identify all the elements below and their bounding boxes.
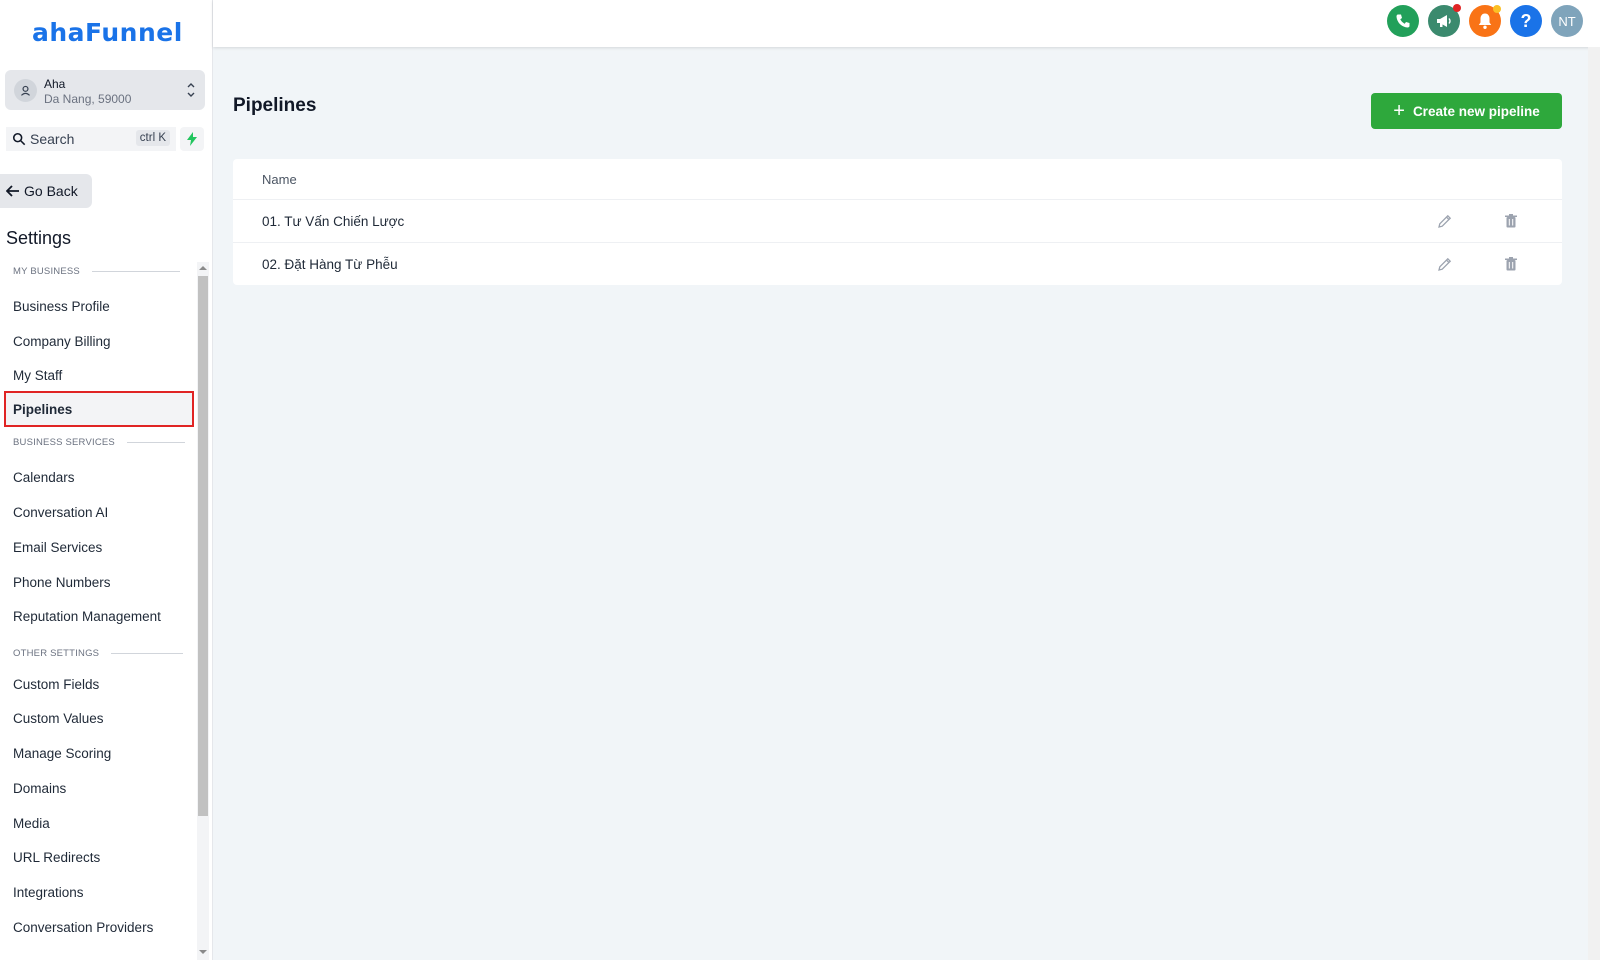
section-my-business: MY BUSINESS <box>13 266 180 277</box>
section-divider <box>126 442 185 443</box>
sidebar-item-custom-values[interactable]: Custom Values <box>4 701 194 735</box>
column-header-name: Name <box>262 172 297 187</box>
account-address: Da Nang, 59000 <box>44 92 132 106</box>
sidebar-item-conversation-providers[interactable]: Conversation Providers <box>4 910 194 944</box>
page-title: Pipelines <box>233 95 317 116</box>
location-icon <box>14 79 37 102</box>
table-row[interactable]: 02. Đặt Hàng Từ Phễu <box>233 242 1562 286</box>
pipelines-table: Name 01. Tư Vấn Chiến Lược 02. Đặt Hàng … <box>233 159 1562 285</box>
table-row[interactable]: 01. Tư Vấn Chiến Lược <box>233 199 1562 243</box>
search-bar[interactable]: Search ctrl K <box>6 127 176 151</box>
account-name: Aha <box>44 77 66 91</box>
megaphone-icon <box>1437 15 1451 27</box>
sidebar-item-custom-fields[interactable]: Custom Fields <box>4 667 194 701</box>
sidebar-item-phone-numbers[interactable]: Phone Numbers <box>4 565 194 599</box>
sidebar-item-integrations[interactable]: Integrations <box>4 875 194 909</box>
sidebar-item-my-staff[interactable]: My Staff <box>4 358 194 392</box>
page-scrollbar[interactable] <box>1588 47 1600 960</box>
scroll-up-arrow[interactable] <box>199 266 207 270</box>
help-button[interactable]: ? <box>1510 5 1542 37</box>
scroll-thumb[interactable] <box>198 276 208 816</box>
notification-dot <box>1493 5 1501 13</box>
account-switcher[interactable]: Aha Da Nang, 59000 <box>5 70 205 110</box>
notification-dot <box>1453 4 1461 12</box>
help-icon: ? <box>1520 10 1532 31</box>
sidebar: ahaFunnel Aha Da Nang, 59000 Search ctrl… <box>0 0 213 960</box>
sidebar-scrollbar[interactable] <box>197 262 209 960</box>
logo[interactable]: ahaFunnel <box>32 18 183 47</box>
search-icon <box>12 132 26 146</box>
announcements-button[interactable] <box>1428 4 1461 37</box>
trash-icon[interactable] <box>1503 256 1519 272</box>
go-back-button[interactable]: Go Back <box>0 174 92 208</box>
sidebar-item-email-services[interactable]: Email Services <box>4 530 194 564</box>
lightning-icon <box>187 132 197 146</box>
chevron-updown-icon <box>187 83 195 97</box>
scroll-down-arrow[interactable] <box>199 950 207 954</box>
user-initials: NT <box>1558 13 1576 29</box>
search-shortcut: ctrl K <box>135 130 170 146</box>
top-bar: ? NT <box>213 0 1600 47</box>
plus-icon: + <box>1393 100 1405 122</box>
settings-title: Settings <box>6 228 72 248</box>
logo-text: ahaFunnel <box>32 18 183 47</box>
go-back-label: Go Back <box>24 183 78 199</box>
sidebar-item-media[interactable]: Media <box>4 806 194 840</box>
search-label: Search <box>30 131 75 147</box>
sidebar-item-pipelines[interactable]: Pipelines <box>4 391 194 427</box>
trash-icon[interactable] <box>1503 213 1519 229</box>
arrow-left-icon <box>6 185 19 197</box>
sidebar-item-url-redirects[interactable]: URL Redirects <box>4 840 194 874</box>
section-other-settings: OTHER SETTINGS <box>13 648 184 659</box>
user-avatar-button[interactable]: NT <box>1551 5 1583 37</box>
sidebar-item-conversation-ai[interactable]: Conversation AI <box>4 495 194 529</box>
create-pipeline-label: Create new pipeline <box>1412 103 1540 119</box>
section-business-services: BUSINESS SERVICES <box>13 437 185 448</box>
section-label: OTHER SETTINGS <box>13 648 100 659</box>
sidebar-item-domains[interactable]: Domains <box>4 771 194 805</box>
phone-button[interactable] <box>1387 5 1419 37</box>
quick-action-button[interactable] <box>180 127 204 151</box>
pencil-icon[interactable] <box>1437 213 1453 229</box>
section-label: BUSINESS SERVICES <box>13 437 115 448</box>
pipeline-name: 01. Tư Vấn Chiến Lược <box>262 214 405 229</box>
section-divider <box>91 271 180 272</box>
sidebar-item-manage-scoring[interactable]: Manage Scoring <box>4 736 194 770</box>
sidebar-item-reputation-management[interactable]: Reputation Management <box>4 599 194 633</box>
sidebar-item-company-billing[interactable]: Company Billing <box>4 324 194 358</box>
sidebar-item-calendars[interactable]: Calendars <box>4 460 194 494</box>
notifications-button[interactable] <box>1469 5 1501 37</box>
pipeline-name: 02. Đặt Hàng Từ Phễu <box>262 257 398 272</box>
section-label: MY BUSINESS <box>13 266 80 277</box>
phone-icon <box>1396 14 1410 28</box>
sidebar-item-business-profile[interactable]: Business Profile <box>4 289 194 323</box>
pencil-icon[interactable] <box>1437 256 1453 272</box>
section-divider <box>111 653 184 654</box>
bell-icon <box>1478 13 1492 29</box>
create-pipeline-button[interactable]: + Create new pipeline <box>1371 93 1562 129</box>
